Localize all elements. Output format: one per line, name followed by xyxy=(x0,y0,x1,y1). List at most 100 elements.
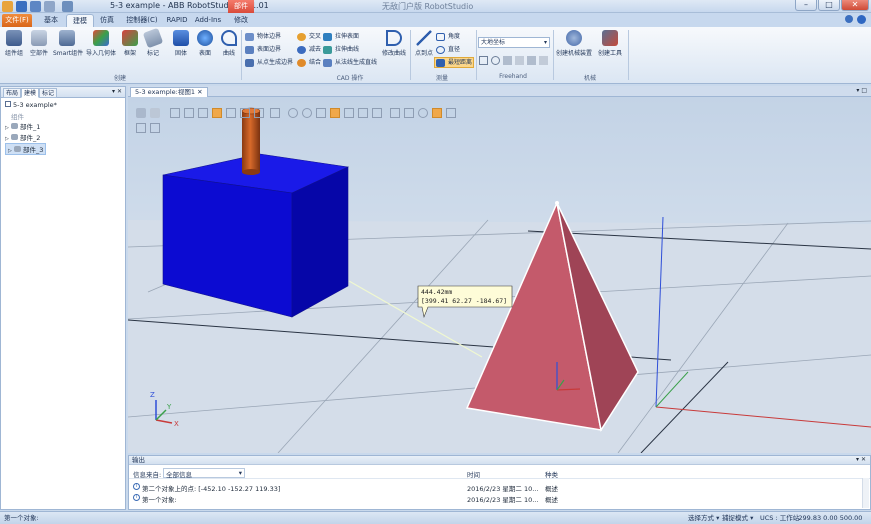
view-center-icon[interactable] xyxy=(150,108,160,118)
frame-button[interactable]: 框架 xyxy=(121,30,139,57)
tab-controller[interactable]: 控制器(C) xyxy=(122,14,162,27)
output-scrollbar[interactable] xyxy=(862,478,869,508)
angle-button[interactable]: 角度 xyxy=(436,32,460,42)
select-surface-icon[interactable] xyxy=(184,108,194,118)
column-time-header[interactable]: 时间 xyxy=(467,469,480,479)
tree-item-part-3[interactable]: ▷ 部件_3 xyxy=(5,143,47,155)
tab-modify[interactable]: 修改 xyxy=(228,14,254,27)
expand-icon[interactable]: ▷ xyxy=(5,136,9,142)
column-kind-header[interactable]: 种类 xyxy=(545,469,558,479)
tab-rapid[interactable]: RAPID xyxy=(164,14,190,27)
save-icon[interactable] xyxy=(16,1,27,12)
tab-view1[interactable]: 5-3 example:视图1 ✕ xyxy=(130,87,208,97)
line-from-normal-button[interactable]: 从法线生成直线 xyxy=(323,58,377,68)
shortest-distance-button[interactable]: 最短距离 xyxy=(434,57,474,68)
selection-mode-menu[interactable]: 选择方式 ▾ xyxy=(688,512,719,524)
select-path-icon[interactable] xyxy=(270,108,280,118)
redo-icon[interactable] xyxy=(44,1,55,12)
tree-group-components[interactable]: 组件 xyxy=(11,111,24,121)
snap-gravity-icon[interactable] xyxy=(344,108,354,118)
select-mechanism-icon[interactable] xyxy=(240,108,250,118)
maximize-button[interactable]: □ xyxy=(818,0,840,11)
tab-addins[interactable]: Add-Ins xyxy=(192,14,224,27)
snap-midpoint-icon[interactable] xyxy=(316,108,326,118)
window-list-icon[interactable]: ▾ □ xyxy=(856,87,867,94)
tab-home[interactable]: 基本 xyxy=(36,14,66,27)
view-all-icon[interactable] xyxy=(136,108,146,118)
intersect-button[interactable]: 交叉 xyxy=(297,32,321,42)
import-geometry-button[interactable]: 导入几何体 xyxy=(86,30,116,57)
tab-modeling-browser[interactable]: 建模 xyxy=(21,88,40,98)
multi-robot-jog-icon[interactable] xyxy=(539,56,548,65)
tree-root-station[interactable]: 5-3 example* xyxy=(5,101,57,109)
expand-icon[interactable]: ▷ xyxy=(5,125,9,131)
curve-button[interactable]: 曲线 xyxy=(220,30,238,57)
tab-modeling[interactable]: 建模 xyxy=(66,14,94,27)
solid-button[interactable]: 固体 xyxy=(172,30,190,57)
help-icon[interactable] xyxy=(857,15,866,24)
filter-dropdown[interactable]: 全部信息 ▾ xyxy=(163,468,245,479)
collapse-ribbon-icon[interactable] xyxy=(845,15,853,23)
tab-layout[interactable]: 布局 xyxy=(3,88,22,98)
snap-center-icon[interactable] xyxy=(302,108,312,118)
extrude-curve-button[interactable]: 拉伸曲线 xyxy=(323,45,359,55)
minimize-button[interactable]: – xyxy=(795,0,817,11)
tag-button[interactable]: 标记 xyxy=(142,27,164,57)
snap-local-origin-icon[interactable] xyxy=(358,108,368,118)
snap-grid-icon[interactable] xyxy=(372,108,382,118)
3d-viewport[interactable]: 444.42mm [399.41 62.27 -184.67] Z X Y xyxy=(128,97,871,453)
panel-pin-close[interactable]: ▾ ✕ xyxy=(112,87,122,97)
select-part-icon[interactable] xyxy=(212,108,222,118)
tab-simulation[interactable]: 仿真 xyxy=(94,14,120,27)
select-curve-icon[interactable] xyxy=(170,108,180,118)
measure-diameter-icon[interactable] xyxy=(418,108,428,118)
select-target-icon[interactable] xyxy=(254,108,264,118)
component-group-button[interactable]: 组件组 xyxy=(4,30,24,57)
modify-curve-button[interactable]: 修改曲线 xyxy=(382,30,406,57)
tab-tags[interactable]: 标记 xyxy=(39,88,58,98)
subtract-button[interactable]: 减去 xyxy=(297,45,321,55)
select-body-icon[interactable] xyxy=(198,108,208,118)
body-boundary-button[interactable]: 物体边界 xyxy=(245,32,281,42)
surface-boundary-button[interactable]: 表面边界 xyxy=(245,45,281,55)
rotate-icon[interactable] xyxy=(491,56,500,65)
measure-angle-icon[interactable] xyxy=(404,108,414,118)
simulation-stop-icon[interactable] xyxy=(136,123,146,133)
jog-joint-icon[interactable] xyxy=(503,56,512,65)
tab-file[interactable]: 文件(F) xyxy=(2,14,32,27)
app-logo-icon[interactable] xyxy=(2,1,13,12)
surface-button[interactable]: 表面 xyxy=(196,30,214,57)
jog-linear-icon[interactable] xyxy=(515,56,524,65)
extrude-surface-button[interactable]: 拉伸表面 xyxy=(323,32,359,42)
close-tab-icon[interactable]: ✕ xyxy=(197,88,202,96)
union-button[interactable]: 结合 xyxy=(297,58,321,68)
empty-part-button[interactable]: 空部件 xyxy=(28,30,50,57)
simulation-pause-icon[interactable] xyxy=(150,123,160,133)
measure-shortest-icon[interactable] xyxy=(432,108,442,118)
cylinder-body[interactable] xyxy=(242,111,260,172)
diameter-button[interactable]: 直径 xyxy=(436,45,460,55)
snap-mode-menu[interactable]: 捕捉模式 ▾ xyxy=(722,512,753,524)
create-tool-button[interactable]: 创建工具 xyxy=(596,30,624,57)
smart-component-button[interactable]: Smart组件 xyxy=(53,30,83,57)
output-row[interactable]: i 第一个对象: 2016/2/23 星期二 10... 概述 xyxy=(129,493,870,504)
measure-point-icon[interactable] xyxy=(390,108,400,118)
stop-measure-icon[interactable] xyxy=(446,108,456,118)
snap-object-icon[interactable] xyxy=(288,108,298,118)
output-close-icon[interactable]: ▾ ✕ xyxy=(856,456,866,464)
snap-edge-icon[interactable] xyxy=(330,108,340,118)
jog-reorient-icon[interactable] xyxy=(527,56,536,65)
undo-icon[interactable] xyxy=(30,1,41,12)
tree-item-part-2[interactable]: ▷ 部件_2 xyxy=(5,132,40,142)
point-to-point-button[interactable]: 点到点 xyxy=(414,30,434,57)
tree-item-part-1[interactable]: ▷ 部件_1 xyxy=(5,121,40,131)
output-row[interactable]: i 第二个对象上的点: [-452.10 -152.27 119.33] 201… xyxy=(129,482,870,493)
expand-icon[interactable]: ▷ xyxy=(8,148,12,154)
create-mechanism-button[interactable]: 创建机械装置 xyxy=(556,30,592,57)
customize-quick-access-icon[interactable] xyxy=(62,1,73,12)
viewport-canvas[interactable]: 444.42mm [399.41 62.27 -184.67] Z X Y xyxy=(128,97,871,453)
move-icon[interactable] xyxy=(479,56,488,65)
close-button[interactable]: ✕ xyxy=(841,0,869,11)
boundary-from-points-button[interactable]: 从点生成边界 xyxy=(245,58,293,68)
reference-frame-dropdown[interactable]: 大地坐标 ▾ xyxy=(478,37,550,48)
